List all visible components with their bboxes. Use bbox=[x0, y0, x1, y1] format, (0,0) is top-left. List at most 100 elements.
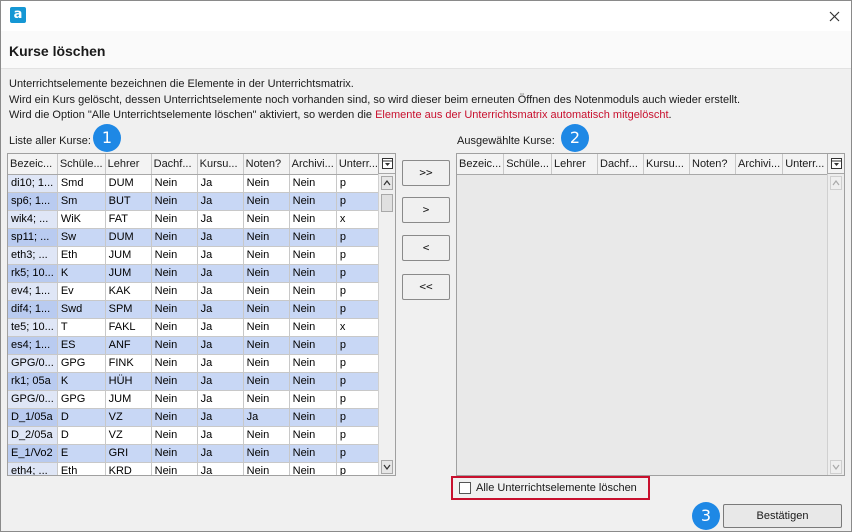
table-cell: BUT bbox=[105, 192, 152, 211]
right-scroll-up-button[interactable] bbox=[830, 176, 842, 190]
table-row[interactable]: te5; 10... T FAKL Nein Ja Nein Nein x bbox=[8, 318, 384, 337]
table-cell: rk1; 05a bbox=[8, 372, 58, 391]
table-cell: Ja bbox=[197, 318, 244, 337]
table-cell: p bbox=[336, 192, 384, 211]
confirm-button[interactable]: Bestätigen bbox=[723, 504, 842, 528]
right-column-header[interactable]: Noten? bbox=[689, 154, 736, 175]
table-cell: te5; 10... bbox=[8, 318, 58, 337]
right-scroll-down-button[interactable] bbox=[830, 460, 842, 474]
table-row[interactable]: E_1/Vo2 E GRI Nein Ja Nein Nein p bbox=[8, 444, 384, 463]
table-cell: Ja bbox=[197, 426, 244, 445]
remove-all-button[interactable]: << bbox=[402, 274, 450, 300]
table-cell: E bbox=[57, 444, 106, 463]
table-cell: JUM bbox=[105, 264, 152, 283]
description-highlight: Elemente aus der Unterrichtsmatrix autom… bbox=[375, 109, 669, 121]
table-cell: Nein bbox=[151, 354, 198, 373]
table-cell: p bbox=[336, 462, 384, 475]
table-row[interactable]: dif4; 1... Swd SPM Nein Ja Nein Nein p bbox=[8, 300, 384, 319]
table-cell: K bbox=[57, 264, 106, 283]
step-badge-1: 1 bbox=[93, 124, 121, 152]
table-row[interactable]: D_1/05a D VZ Nein Ja Ja Nein p bbox=[8, 408, 384, 427]
add-all-button[interactable]: >> bbox=[402, 160, 450, 186]
right-vertical-scrollbar[interactable] bbox=[827, 174, 844, 475]
chevron-up-icon bbox=[832, 180, 840, 186]
table-row[interactable]: sp6; 1... Sm BUT Nein Ja Nein Nein p bbox=[8, 192, 384, 211]
left-vertical-scrollbar[interactable] bbox=[378, 174, 395, 475]
table-cell: Nein bbox=[289, 372, 337, 391]
scroll-thumb[interactable] bbox=[381, 194, 393, 212]
chevron-down-icon bbox=[832, 464, 840, 470]
right-column-chooser-button[interactable] bbox=[827, 154, 844, 174]
left-column-header[interactable]: Bezeic... bbox=[8, 154, 58, 175]
close-button[interactable] bbox=[823, 5, 845, 27]
table-cell: Nein bbox=[151, 210, 198, 229]
right-column-header[interactable]: Kursu... bbox=[643, 154, 690, 175]
left-column-header[interactable]: Schüle... bbox=[57, 154, 106, 175]
table-cell: D_1/05a bbox=[8, 408, 58, 427]
table-cell: Nein bbox=[289, 210, 337, 229]
table-row[interactable]: es4; 1... ES ANF Nein Ja Nein Nein p bbox=[8, 336, 384, 355]
table-row[interactable]: ev4; 1... Ev KAK Nein Ja Nein Nein p bbox=[8, 282, 384, 301]
left-course-grid[interactable]: Bezeic... Schüle... Lehrer Dachf... Kursu...… bbox=[7, 153, 396, 476]
table-cell: Ja bbox=[197, 408, 244, 427]
delete-all-option[interactable]: Alle Unterrichtselemente löschen bbox=[451, 476, 650, 500]
table-cell: Nein bbox=[289, 444, 337, 463]
table-cell: GPG bbox=[57, 390, 106, 409]
table-cell: eth4; ... bbox=[8, 462, 58, 475]
table-cell: Nein bbox=[243, 210, 290, 229]
app-logo-icon: a bbox=[10, 7, 26, 23]
table-cell: Nein bbox=[151, 390, 198, 409]
right-column-header[interactable]: Archivi... bbox=[735, 154, 784, 175]
column-chooser-icon bbox=[830, 158, 842, 169]
left-column-header[interactable]: Unterr... bbox=[336, 154, 384, 175]
right-column-header[interactable]: Schüle... bbox=[503, 154, 552, 175]
table-cell: Ja bbox=[197, 336, 244, 355]
table-row[interactable]: GPG/0... GPG JUM Nein Ja Nein Nein p bbox=[8, 390, 384, 409]
table-cell: KAK bbox=[105, 282, 152, 301]
table-cell: Nein bbox=[151, 336, 198, 355]
remove-selected-button[interactable]: < bbox=[402, 235, 450, 261]
table-row[interactable]: rk1; 05a K HÜH Nein Ja Nein Nein p bbox=[8, 372, 384, 391]
left-column-header[interactable]: Kursu... bbox=[197, 154, 244, 175]
right-column-header[interactable]: Unterr... bbox=[782, 154, 832, 175]
scroll-up-button[interactable] bbox=[381, 176, 393, 190]
table-cell: Ja bbox=[197, 354, 244, 373]
description-line-2: Wird ein Kurs gelöscht, dessen Unterrich… bbox=[9, 94, 741, 106]
right-grid-empty-area[interactable] bbox=[457, 175, 844, 475]
table-cell: p bbox=[336, 444, 384, 463]
table-cell: ANF bbox=[105, 336, 152, 355]
table-cell: Nein bbox=[151, 282, 198, 301]
table-row[interactable]: wik4; ... WiK FAT Nein Ja Nein Nein x bbox=[8, 210, 384, 229]
table-row[interactable]: rk5; 10... K JUM Nein Ja Nein Nein p bbox=[8, 264, 384, 283]
left-column-header[interactable]: Lehrer bbox=[105, 154, 152, 175]
left-column-chooser-button[interactable] bbox=[378, 154, 395, 174]
left-column-header[interactable]: Archivi... bbox=[289, 154, 337, 175]
right-column-header[interactable]: Lehrer bbox=[551, 154, 598, 175]
delete-all-checkbox[interactable] bbox=[459, 482, 471, 494]
table-row[interactable]: sp11; ... Sw DUM Nein Ja Nein Nein p bbox=[8, 228, 384, 247]
table-cell: Nein bbox=[151, 264, 198, 283]
table-cell: Nein bbox=[289, 282, 337, 301]
table-row[interactable]: D_2/05a D VZ Nein Ja Nein Nein p bbox=[8, 426, 384, 445]
table-cell: sp6; 1... bbox=[8, 192, 58, 211]
table-cell: VZ bbox=[105, 408, 152, 427]
right-column-header[interactable]: Dachf... bbox=[597, 154, 644, 175]
table-row[interactable]: eth4; ... Eth KRD Nein Ja Nein Nein p bbox=[8, 462, 384, 475]
right-course-grid[interactable]: Bezeic... Schüle... Lehrer Dachf... Kursu...… bbox=[456, 153, 845, 476]
table-row[interactable]: di10; 1... Smd DUM Nein Ja Nein Nein p bbox=[8, 174, 384, 193]
table-row[interactable]: GPG/0... GPG FINK Nein Ja Nein Nein p bbox=[8, 354, 384, 373]
table-cell: Nein bbox=[289, 426, 337, 445]
right-column-header[interactable]: Bezeic... bbox=[457, 154, 505, 175]
column-chooser-icon bbox=[381, 158, 393, 169]
left-column-header[interactable]: Noten? bbox=[243, 154, 290, 175]
table-row[interactable]: eth3; ... Eth JUM Nein Ja Nein Nein p bbox=[8, 246, 384, 265]
right-table-header: Bezeic... Schüle... Lehrer Dachf... Kursu...… bbox=[457, 154, 832, 175]
table-cell: GPG/0... bbox=[8, 390, 58, 409]
scroll-down-button[interactable] bbox=[381, 460, 393, 474]
table-cell: HÜH bbox=[105, 372, 152, 391]
add-selected-button[interactable]: > bbox=[402, 197, 450, 223]
left-column-header[interactable]: Dachf... bbox=[151, 154, 198, 175]
table-cell: Nein bbox=[243, 318, 290, 337]
table-cell: Eth bbox=[57, 462, 106, 475]
table-cell: Nein bbox=[243, 264, 290, 283]
